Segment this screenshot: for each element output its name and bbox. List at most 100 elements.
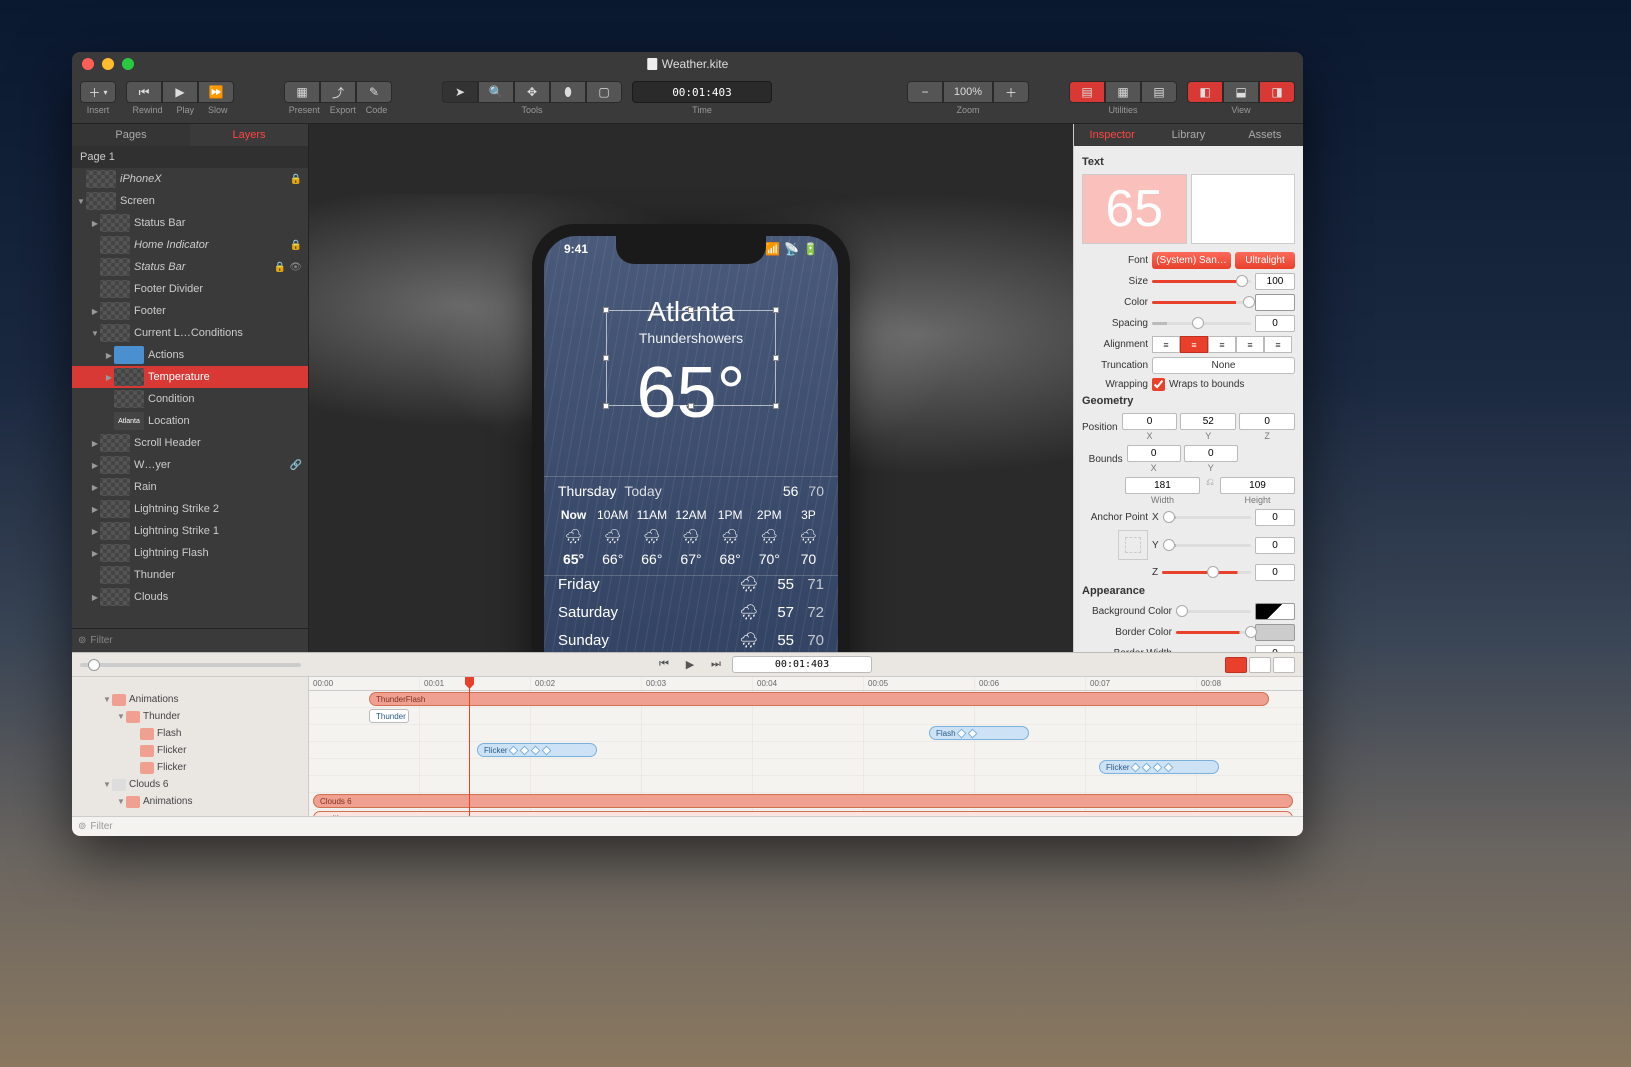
utility-panel-2[interactable]: ▦ [1105,81,1141,103]
spacing-input[interactable] [1255,315,1295,332]
clip-thunderflash[interactable]: ThunderFlash [369,692,1269,706]
weight-select[interactable]: Ultralight [1235,252,1295,269]
timeline-ff-button[interactable]: ⏭ [706,657,726,673]
zoom-in-button[interactable]: ＋ [993,81,1029,103]
insert-button[interactable]: ＋ [80,81,116,103]
anchor-x-input[interactable] [1255,509,1295,526]
clip-flash[interactable]: Flash [929,726,1029,740]
view-bottom-button[interactable]: ⬓ [1223,81,1259,103]
layer-row[interactable]: ▶Actions [72,344,308,366]
code-button[interactable]: ✎ [356,81,392,103]
play-button[interactable]: ▶ [162,81,198,103]
clip-flicker-2[interactable]: Flicker [1099,760,1219,774]
bgcolor-slider[interactable] [1176,610,1251,613]
selection-handles[interactable] [606,310,776,406]
timeline-tree-row[interactable]: ▼Thunder [72,708,308,725]
layer-row[interactable]: ▶Clouds [72,586,308,608]
layer-row[interactable]: ▶Footer [72,300,308,322]
timeline-view-2[interactable] [1249,657,1271,673]
clip-clouds6[interactable]: Clouds 6 [313,794,1293,808]
clip-positionx[interactable]: position.x [313,811,1293,816]
layer-row[interactable]: Condition [72,388,308,410]
color-slider[interactable] [1152,301,1251,304]
layer-row[interactable]: ▶Scroll Header [72,432,308,454]
layer-row[interactable]: Footer Divider [72,278,308,300]
utility-panel-1[interactable]: ▤ [1069,81,1105,103]
export-button[interactable]: ⤴ [320,81,356,103]
clip-thunder[interactable]: Thunder [369,709,409,723]
align-left[interactable]: ≡ [1152,336,1180,353]
clip-flicker-1[interactable]: Flicker [477,743,597,757]
color-well[interactable] [1255,294,1295,311]
bounds-x-input[interactable] [1127,445,1181,462]
timeline-filter[interactable]: ⊚Filter [72,816,1303,836]
layer-row[interactable]: ▶Temperature [72,366,308,388]
pos-y-input[interactable] [1180,413,1236,430]
minimize-window-button[interactable] [102,58,114,70]
timeline-tree-row[interactable]: Flash [72,725,308,742]
align-center[interactable]: ≡ [1180,336,1208,353]
wrapping-checkbox[interactable] [1152,378,1165,391]
page-label[interactable]: Page 1 [72,146,308,168]
align-justify[interactable]: ≡ [1236,336,1264,353]
zoom-window-button[interactable] [122,58,134,70]
timeline-tracks[interactable]: 00:0000:0100:0200:0300:0400:0500:0600:07… [309,677,1303,816]
view-left-button[interactable]: ◧ [1187,81,1223,103]
layer-row[interactable]: ▶Lightning Flash [72,542,308,564]
align-natural[interactable]: ≡ [1264,336,1292,353]
timeline-zoom-slider[interactable] [72,663,309,667]
inspector-tab[interactable]: Inspector [1074,124,1150,146]
bounds-y-input[interactable] [1184,445,1238,462]
timeline-tree-row[interactable]: Flicker [72,742,308,759]
zoom-tool[interactable]: 🔍 [478,81,514,103]
layer-row[interactable]: Thunder [72,564,308,586]
zoom-value[interactable]: 100% [943,81,993,103]
bordercolor-well[interactable] [1255,624,1295,641]
close-window-button[interactable] [82,58,94,70]
layer-row[interactable]: AtlantaLocation [72,410,308,432]
assets-tab[interactable]: Assets [1227,124,1303,146]
layer-row[interactable]: ▼Current L…Conditions [72,322,308,344]
lock-aspect-icon[interactable]: ⎌ [1203,477,1217,505]
timecode-display[interactable]: 00:01:403 [632,81,772,103]
layers-tab[interactable]: Layers [190,124,308,146]
anchor-z-slider[interactable] [1162,571,1251,574]
height-input[interactable] [1220,477,1295,494]
timeline-tree-row[interactable]: ▼Clouds 6 [72,776,308,793]
align-right[interactable]: ≡ [1208,336,1236,353]
timeline-view-3[interactable] [1273,657,1295,673]
timeline-play-button[interactable]: ▶ [680,657,700,673]
pos-z-input[interactable] [1239,413,1295,430]
present-button[interactable]: ▦ [284,81,320,103]
layer-row[interactable]: iPhoneX🔒 [72,168,308,190]
font-select[interactable]: (System) San… [1152,252,1231,269]
bgcolor-well[interactable] [1255,603,1295,620]
layer-row[interactable]: ▶Status Bar [72,212,308,234]
view-right-button[interactable]: ◨ [1259,81,1295,103]
layer-row[interactable]: Home Indicator🔒 [72,234,308,256]
layer-row[interactable]: Status Bar🔒👁 [72,256,308,278]
layer-row[interactable]: ▶Rain [72,476,308,498]
anchor-y-input[interactable] [1255,537,1295,554]
bordercolor-slider[interactable] [1176,631,1251,634]
canvas[interactable]: 9:41 📶 📡 🔋 Atlanta Thundershowers 65° [309,124,1073,652]
library-tab[interactable]: Library [1150,124,1226,146]
anchor-y-slider[interactable] [1163,544,1251,547]
anchor-z-input[interactable] [1255,564,1295,581]
layer-row[interactable]: ▶Lightning Strike 2 [72,498,308,520]
layer-row[interactable]: ▶W…yer🔗 [72,454,308,476]
spacing-slider[interactable] [1152,322,1251,325]
truncation-select[interactable]: None [1152,357,1295,374]
anchor-x-slider[interactable] [1163,516,1251,519]
slow-button[interactable]: ⏩ [198,81,234,103]
anchor-grid-icon[interactable] [1118,530,1148,560]
shape-tool[interactable]: ⬮ [550,81,586,103]
rewind-button[interactable]: ⏮ [126,81,162,103]
arrow-tool[interactable]: ➤ [442,81,478,103]
timeline-view-1[interactable] [1225,657,1247,673]
size-slider[interactable] [1152,280,1251,283]
layers-filter[interactable]: ⊚ Filter [72,628,308,652]
playhead[interactable] [469,677,470,816]
pages-tab[interactable]: Pages [72,124,190,146]
move-tool[interactable]: ✥ [514,81,550,103]
